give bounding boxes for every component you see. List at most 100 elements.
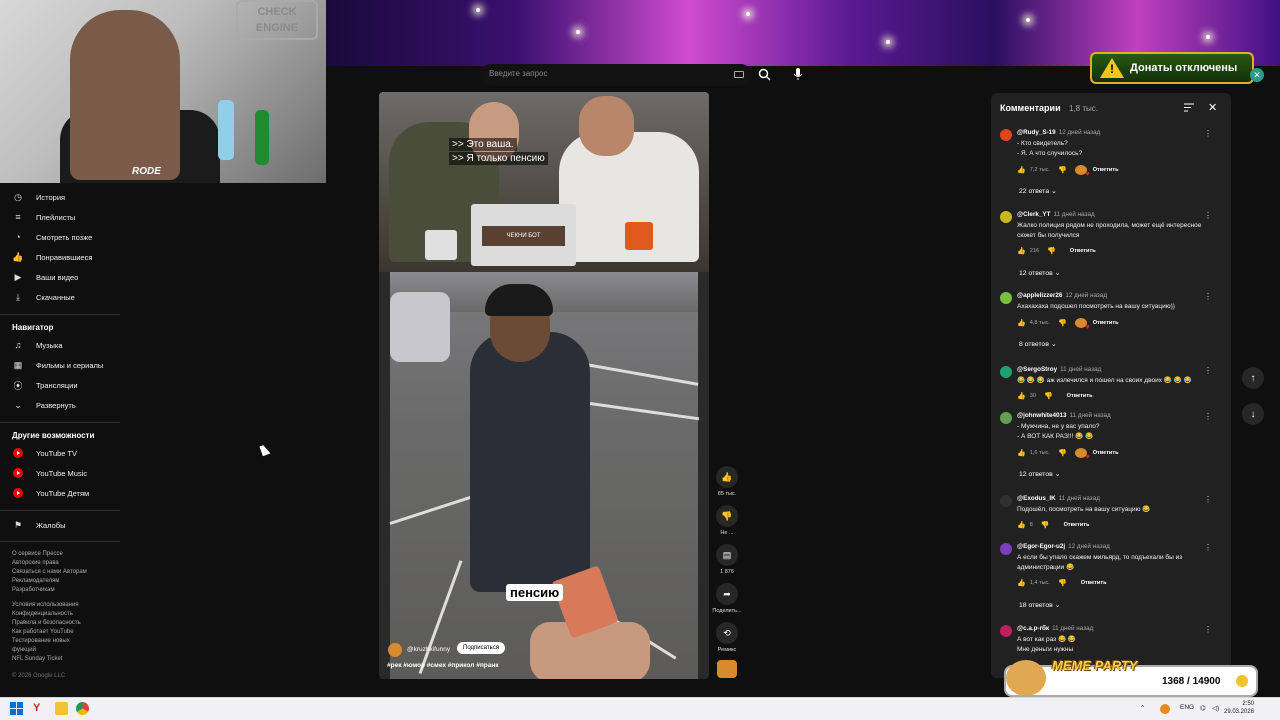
thumb-up-icon[interactable]: 👍 <box>1017 166 1026 174</box>
thumb-down-icon[interactable]: 👎 <box>1058 166 1067 174</box>
comment-author[interactable]: @applelizzer26 12 дней назад <box>1017 292 1107 299</box>
windows-start-icon[interactable] <box>10 702 23 715</box>
mic-icon[interactable] <box>792 67 804 81</box>
more-options-icon[interactable]: ⋮ <box>1204 625 1212 634</box>
comment-time[interactable]: 11 дней назад <box>1052 625 1093 632</box>
sidebar-item-music[interactable]: ♫ Музыка <box>12 336 63 354</box>
share-button[interactable]: ➦ Поделить... <box>712 583 742 614</box>
thumb-up-icon[interactable]: 👍 <box>1017 449 1026 457</box>
sidebar-item-liked[interactable]: 👍 Понравившиеся <box>12 248 92 266</box>
remix-button[interactable]: ⟲ Ремикс <box>712 622 742 653</box>
chevron-up-icon[interactable]: ⌃ <box>1140 704 1145 712</box>
sidebar-item-your-videos[interactable]: ▶ Ваши видео <box>12 268 79 286</box>
footer-link[interactable]: Правила и безопасность <box>12 620 81 626</box>
like-button[interactable]: 👍 85 тыс. <box>712 466 742 497</box>
replies-toggle[interactable]: 22 ответа ⌄ <box>1019 187 1057 195</box>
comment-time[interactable]: 11 дней назад <box>1070 412 1111 419</box>
replies-toggle[interactable]: 18 ответов ⌄ <box>1019 601 1060 609</box>
video-tags[interactable]: #рек #юмор #смех #прикол #пранк <box>387 662 499 669</box>
footer-link[interactable]: Рекламодателям <box>12 578 59 584</box>
more-options-icon[interactable]: ⋮ <box>1204 292 1212 301</box>
thumb-down-icon[interactable]: 👎 <box>1044 392 1053 400</box>
sidebar-item-history[interactable]: ◷ История <box>12 188 65 206</box>
more-options-icon[interactable]: ⋮ <box>1204 211 1212 220</box>
sidebar-item-live[interactable]: ⦿ Трансляции <box>12 376 77 394</box>
footer-link[interactable]: Как работает YouTube <box>12 629 74 635</box>
reply-button[interactable]: Ответить <box>1064 522 1090 528</box>
video-player[interactable]: ЧЕКНИ БОТ >> Это ваша. >> Я только пенси… <box>379 92 709 679</box>
comment-author[interactable]: @c.a.p-rбк 11 дней назад <box>1017 625 1093 632</box>
sidebar-item-youtube-kids[interactable]: YouTube Детям <box>12 484 89 502</box>
sidebar-item-watch-later[interactable]: ◔ Смотреть позже <box>12 228 92 246</box>
more-options-icon[interactable]: ⋮ <box>1204 412 1212 421</box>
scroll-down-button[interactable]: ↓ <box>1242 403 1264 425</box>
footer-link[interactable]: функций <box>12 647 36 653</box>
more-options-icon[interactable]: ⋮ <box>1204 366 1212 375</box>
comment-author[interactable]: @SergoStroy 11 дней назад <box>1017 366 1101 373</box>
clock[interactable]: 2:50 29.03.2026 <box>1224 700 1254 716</box>
sort-icon[interactable] <box>1184 103 1194 112</box>
comment-time[interactable]: 12 дней назад <box>1065 292 1107 299</box>
footer-link[interactable]: Конфиденциальность <box>12 611 73 617</box>
thumb-down-icon[interactable]: 👎 <box>1058 449 1067 457</box>
dislike-button[interactable]: 👎 Не ... <box>712 505 742 536</box>
footer-link[interactable]: Авторские права <box>12 560 59 566</box>
comment-time[interactable]: 12 дней назад <box>1059 129 1101 136</box>
reply-button[interactable]: Ответить <box>1093 450 1119 456</box>
avatar[interactable] <box>1000 625 1012 637</box>
reply-button[interactable]: Ответить <box>1093 320 1119 326</box>
thumb-down-icon[interactable]: 👎 <box>1058 319 1067 327</box>
chrome-icon[interactable] <box>76 702 89 715</box>
thumb-up-icon[interactable]: 👍 <box>1017 247 1026 255</box>
replies-toggle[interactable]: 12 ответов ⌄ <box>1019 269 1060 277</box>
footer-link[interactable]: NFL Sunday Ticket <box>12 656 62 662</box>
avatar[interactable] <box>1000 129 1012 141</box>
sidebar-item-downloads[interactable]: ⤓ Скачанные <box>12 288 75 306</box>
comment-time[interactable]: 11 дней назад <box>1060 366 1101 373</box>
comment-time[interactable]: 12 дней назад <box>1068 543 1110 550</box>
avatar[interactable] <box>1000 366 1012 378</box>
sidebar-item-expand[interactable]: ⌄ Развернуть <box>12 396 76 414</box>
thumb-up-icon[interactable]: 👍 <box>1017 319 1026 327</box>
comment-time[interactable]: 11 дней назад <box>1059 495 1100 502</box>
footer-link[interactable]: Условия использования <box>12 602 79 608</box>
search-icon[interactable] <box>758 68 771 81</box>
comments-button[interactable]: ▤ 1 876 <box>712 544 742 575</box>
reply-button[interactable]: Ответить <box>1067 393 1093 399</box>
channel-avatar[interactable] <box>388 643 402 657</box>
sidebar-item-youtube-tv[interactable]: YouTube TV <box>12 444 77 462</box>
volume-icon[interactable]: ◁) <box>1212 704 1219 712</box>
comment-author[interactable]: @Rudy_S-19 12 дней назад <box>1017 129 1100 136</box>
avatar[interactable] <box>1000 543 1012 555</box>
sidebar-item-youtube-music[interactable]: YouTube Music <box>12 464 87 482</box>
thumb-up-icon[interactable]: 👍 <box>1017 392 1026 400</box>
sidebar-item-films[interactable]: ▦ Фильмы и сериалы <box>12 356 104 374</box>
close-icon[interactable]: ✕ <box>1250 68 1264 82</box>
more-options-icon[interactable]: ⋮ <box>1204 543 1212 552</box>
more-options-icon[interactable]: ⋮ <box>1204 129 1212 138</box>
channel-name[interactable]: @kruzhkifunny <box>407 646 450 653</box>
thumb-down-icon[interactable]: 👎 <box>1058 579 1067 587</box>
yandex-browser-icon[interactable]: Y <box>33 702 46 715</box>
avatar[interactable] <box>1000 495 1012 507</box>
comment-author[interactable]: @johnwhite4013 11 дней назад <box>1017 412 1111 419</box>
search-input[interactable]: Введите запрос <box>489 69 548 78</box>
subscribe-button[interactable]: Подписаться <box>457 642 505 654</box>
sidebar-item-playlists[interactable]: ≡ Плейлисты <box>12 208 75 226</box>
comment-author[interactable]: @Egor-Egor-u2j 12 дней назад <box>1017 543 1110 550</box>
replies-toggle[interactable]: 12 ответов ⌄ <box>1019 470 1060 478</box>
avatar[interactable] <box>1000 412 1012 424</box>
comment-author[interactable]: @Exodus_IK 11 дней назад <box>1017 495 1100 502</box>
scroll-up-button[interactable]: ↑ <box>1242 367 1264 389</box>
footer-link[interactable]: Связаться с нами Авторам <box>12 569 87 575</box>
thumb-up-icon[interactable]: 👍 <box>1017 521 1026 529</box>
comment-time[interactable]: 11 дней назад <box>1053 211 1094 218</box>
file-explorer-icon[interactable] <box>55 702 68 715</box>
reply-button[interactable]: Ответить <box>1070 248 1096 254</box>
replies-toggle[interactable]: 8 ответов ⌄ <box>1019 340 1057 348</box>
thumb-down-icon[interactable]: 👎 <box>1047 247 1056 255</box>
network-icon[interactable]: ⌬ <box>1200 704 1206 712</box>
sidebar-item-reports[interactable]: ⚑ Жалобы <box>12 516 66 534</box>
keyboard-icon[interactable] <box>734 71 744 78</box>
language-indicator[interactable]: ENG <box>1180 704 1194 711</box>
